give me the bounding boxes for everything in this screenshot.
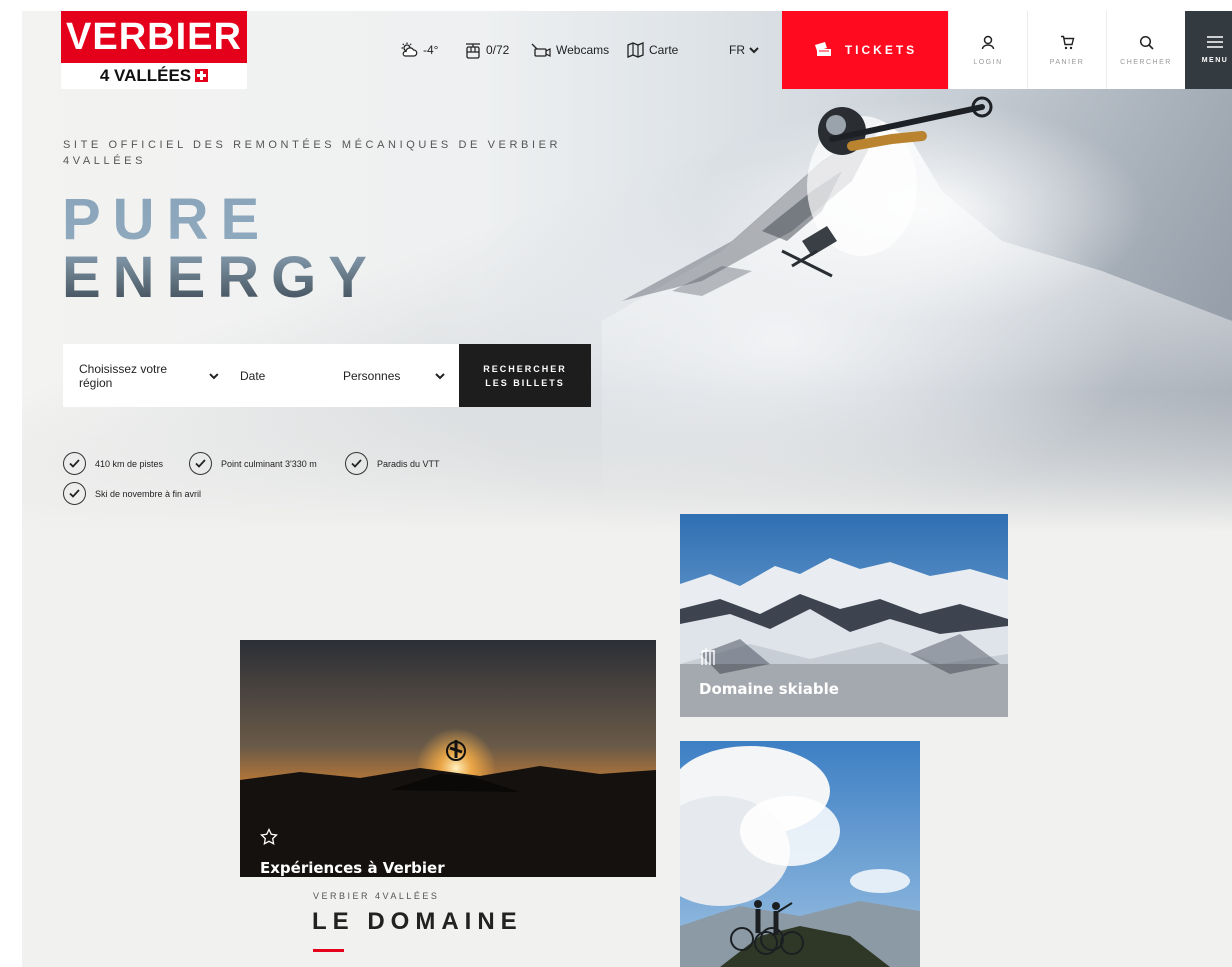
webcams-link[interactable]: Webcams	[531, 41, 609, 59]
sunset-rider-image	[240, 640, 656, 877]
map-label: Carte	[649, 43, 679, 57]
headline-line-1: PURE	[62, 187, 272, 252]
cart-button[interactable]: PANIER	[1027, 11, 1106, 89]
chevron-down-icon	[435, 372, 445, 379]
headline-line-2: ENERGY	[62, 245, 379, 310]
section-kicker: VERBIER 4VALLÉES	[313, 891, 440, 901]
card-experiences[interactable]: Expériences à Verbier	[240, 640, 656, 877]
lifts-open-count: 0/72	[486, 43, 510, 57]
search-tickets-button[interactable]: RECHERCHER LES BILLETS	[459, 344, 591, 407]
cart-label: PANIER	[1049, 58, 1085, 66]
date-field[interactable]: Date	[219, 344, 321, 407]
ticket-search-bar: Choisissez votre région Date Personnes R…	[63, 344, 591, 407]
user-icon	[981, 35, 995, 49]
menu-button[interactable]: MENU	[1185, 11, 1232, 89]
login-button[interactable]: LOGIN	[948, 11, 1027, 89]
search-icon	[1139, 35, 1154, 50]
webcams-label: Webcams	[556, 43, 610, 57]
feature-item: Paradis du VTT	[345, 452, 440, 475]
feature-item: Point culminant 3'330 m	[189, 452, 317, 475]
check-circle-icon	[63, 482, 86, 505]
date-field-placeholder: Date	[240, 368, 266, 383]
persons-select[interactable]: Personnes	[321, 344, 459, 407]
region-select[interactable]: Choisissez votre région	[63, 344, 219, 407]
login-label: LOGIN	[973, 58, 1003, 66]
page: VERBIER 4 VALLÉES -4° 0/72 Webcams Carte…	[22, 11, 1232, 967]
star-icon	[260, 828, 278, 846]
lifts-link[interactable]: 0/72	[465, 41, 509, 59]
language-selector[interactable]: FR	[729, 41, 759, 59]
check-circle-icon	[345, 452, 368, 475]
check-circle-icon	[63, 452, 86, 475]
tickets-button[interactable]: TICKETS	[782, 11, 948, 89]
logo-wordmark: VERBIER	[61, 11, 247, 63]
webcam-icon	[531, 43, 551, 57]
chevron-down-icon	[749, 47, 759, 54]
card-domaine-title: Domaine skiable	[699, 680, 839, 698]
lift-tower-icon	[701, 648, 715, 665]
cart-icon	[1060, 35, 1074, 49]
skier-illustration	[781, 96, 993, 278]
card-experiences-title: Expériences à Verbier	[260, 859, 445, 877]
logo-subtitle-text: 4 VALLÉES	[99, 66, 192, 85]
hero-headline: PURE ENERGY	[62, 191, 379, 307]
feature-item: Ski de novembre à fin avril	[63, 482, 201, 505]
swiss-flag-icon	[195, 69, 209, 82]
check-circle-icon	[189, 452, 212, 475]
region-select-value: Choisissez votre région	[79, 361, 168, 390]
card-domaine-skiable[interactable]: Domaine skiable	[680, 514, 1008, 717]
mountain-bikers-image	[680, 741, 920, 967]
feature-text: Point culminant 3'330 m	[221, 458, 317, 469]
search-button[interactable]: CHERCHER	[1106, 11, 1185, 89]
weather-link[interactable]: -4°	[400, 41, 438, 59]
tickets-label: TICKETS	[844, 43, 918, 57]
card-vtt[interactable]	[680, 741, 920, 967]
section-title: LE DOMAINE	[312, 908, 523, 935]
persons-select-value: Personnes	[343, 368, 401, 383]
weather-icon	[401, 42, 418, 57]
map-icon	[627, 42, 644, 58]
feature-text: Ski de novembre à fin avril	[95, 488, 202, 499]
map-link[interactable]: Carte	[627, 41, 678, 59]
search-label: CHERCHER	[1120, 58, 1172, 66]
language-label: FR	[729, 43, 745, 57]
weather-temperature: -4°	[423, 43, 439, 57]
logo-subtitle: 4 VALLÉES	[61, 63, 247, 89]
search-tickets-label-1: RECHERCHER	[483, 363, 567, 374]
ticket-icon	[814, 42, 831, 56]
feature-text: 410 km de pistes	[95, 458, 164, 469]
feature-text: Paradis du VTT	[377, 458, 440, 469]
site-tagline: SITE OFFICIEL DES REMONTÉES MÉCANIQUES D…	[63, 139, 562, 167]
search-tickets-label-2: LES BILLETS	[485, 377, 565, 388]
menu-label: MENU	[1201, 57, 1229, 64]
chevron-down-icon	[209, 372, 219, 379]
hamburger-icon	[1207, 36, 1223, 48]
verbier-logo[interactable]: VERBIER 4 VALLÉES	[61, 11, 247, 89]
feature-item: 410 km de pistes	[63, 452, 163, 475]
section-divider	[313, 949, 344, 952]
gondola-icon	[466, 42, 480, 59]
